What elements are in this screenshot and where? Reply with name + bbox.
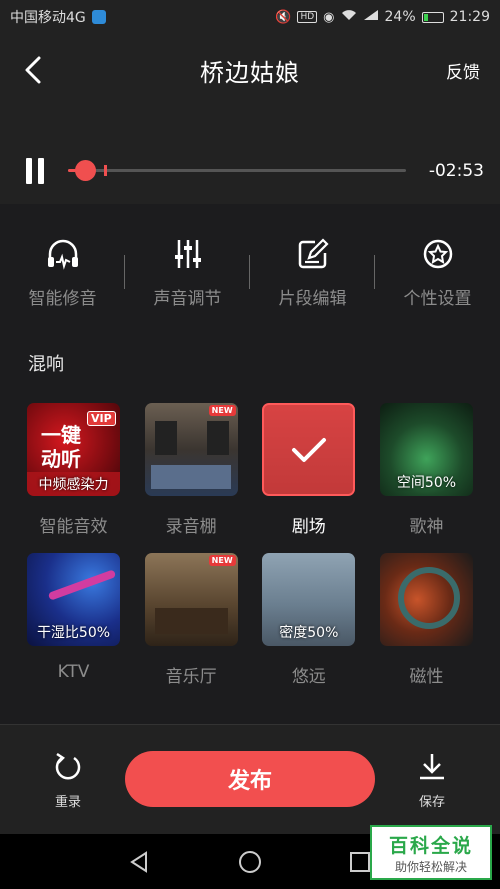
effect-caption: 密度50% <box>279 625 339 641</box>
thumbnail-title: 一键 动听 <box>41 423 81 471</box>
effect-name: 磁性 <box>409 667 444 687</box>
stage-shape <box>154 608 228 634</box>
clock: 21:29 <box>449 9 490 25</box>
battery-percent: 24% <box>384 9 416 25</box>
effect-magnetic[interactable]: 磁性 <box>379 553 473 687</box>
effect-name: 剧场 <box>291 517 326 537</box>
back-button[interactable] <box>18 54 50 86</box>
speaker-shape <box>154 421 177 455</box>
rerecord-button[interactable]: 重录 <box>38 751 98 810</box>
vip-badge: VIP <box>87 411 116 426</box>
tool-personal-settings[interactable]: 个性设置 <box>375 222 500 312</box>
nav-back-button[interactable] <box>127 850 151 878</box>
tool-sound-adjust[interactable]: 声音调节 <box>125 222 250 312</box>
nav-home-button[interactable] <box>238 850 262 878</box>
player-bar: -02:53 <box>0 106 500 204</box>
effect-caption: 中频感染力 <box>27 472 120 496</box>
wifi-icon <box>341 9 357 25</box>
edit-icon <box>298 238 329 269</box>
effect-concert-hall[interactable]: NEW 音乐厅 <box>144 553 238 687</box>
effect-smart[interactable]: VIP 一键 动听 中频感染力 智能音效 <box>27 403 120 537</box>
tool-clip-edit[interactable]: 片段编辑 <box>250 222 375 312</box>
effect-thumbnail: NEW <box>144 403 238 496</box>
headphone-wave-icon <box>47 239 78 270</box>
effect-studio[interactable]: NEW 录音棚 <box>144 403 238 537</box>
new-badge: NEW <box>208 405 236 416</box>
new-badge: NEW <box>208 555 236 566</box>
signal-icon <box>363 9 379 25</box>
chevron-left-icon <box>25 56 41 84</box>
download-icon <box>420 754 444 780</box>
speaker-shape <box>206 421 229 455</box>
tool-label: 片段编辑 <box>278 289 347 309</box>
circle-home-icon <box>239 851 261 873</box>
hd-icon: HD <box>297 11 318 23</box>
save-label: 保存 <box>418 795 445 810</box>
tool-row: 智能修音 声音调节 片段编辑 个性设置 <box>0 222 500 312</box>
page-title: 桥边姑娘 <box>200 58 300 87</box>
effect-name: 智能音效 <box>39 517 108 537</box>
effect-thumbnail: VIP 一键 动听 中频感染力 <box>27 403 120 496</box>
ring-shape <box>397 567 460 629</box>
effect-name: 悠远 <box>291 667 326 687</box>
nav-recents-button[interactable] <box>348 850 372 878</box>
feedback-button[interactable]: 反馈 <box>446 58 480 83</box>
pause-button[interactable] <box>24 158 46 184</box>
effect-name: 音乐厅 <box>165 667 217 687</box>
effects-grid: VIP 一键 动听 中频感染力 智能音效 NEW 录音棚 剧场 空间50% 歌神… <box>27 403 473 703</box>
effects-row: 干湿比50% KTV NEW 音乐厅 密度50% 悠远 磁性 <box>27 553 473 687</box>
publish-button[interactable]: 发布 <box>125 751 375 807</box>
effect-thumbnail <box>262 403 356 496</box>
section-title-reverb: 混响 <box>28 354 64 375</box>
effect-theater[interactable]: 剧场 <box>262 403 356 537</box>
mute-icon: 🔇 <box>275 9 292 25</box>
effect-singer-god[interactable]: 空间50% 歌神 <box>379 403 473 537</box>
watermark-title: 百科全说 <box>388 834 473 857</box>
effect-ktv[interactable]: 干湿比50% KTV <box>27 553 120 687</box>
square-recents-icon <box>350 852 370 872</box>
light-streak <box>47 569 117 601</box>
effect-caption: 空间50% <box>396 475 457 491</box>
settings-star-icon <box>423 239 452 269</box>
console-shape <box>150 465 231 489</box>
effect-thumbnail: 密度50% <box>262 553 356 646</box>
effects-row: VIP 一键 动听 中频感染力 智能音效 NEW 录音棚 剧场 空间50% 歌神 <box>27 403 473 537</box>
tool-label: 个性设置 <box>403 289 472 309</box>
battery-icon <box>421 11 444 23</box>
check-icon <box>291 437 326 462</box>
tool-smart-tune[interactable]: 智能修音 <box>0 222 125 312</box>
watermark-logo: 百科全说 助你轻松解决 <box>370 825 492 880</box>
app-notification-icon <box>91 10 106 24</box>
effect-name: KTV <box>57 662 90 682</box>
effect-thumbnail: NEW <box>144 553 238 646</box>
selected-overlay <box>264 405 354 494</box>
refresh-icon <box>55 752 81 780</box>
tool-label: 智能修音 <box>28 289 97 309</box>
effect-thumbnail: 干湿比50% <box>27 553 120 646</box>
rerecord-label: 重录 <box>54 795 81 810</box>
effect-name: 歌神 <box>409 517 444 537</box>
progress-marker <box>104 165 107 176</box>
save-button[interactable]: 保存 <box>402 751 462 810</box>
eye-icon: ◉ <box>323 9 335 25</box>
status-bar: 中国移动4G 🔇 HD ◉ 24% 21:29 <box>0 0 500 34</box>
effect-thumbnail: 空间50% <box>379 403 473 496</box>
pause-icon-bar <box>38 158 44 184</box>
pause-icon <box>26 158 32 184</box>
carrier-label: 中国移动4G <box>10 10 86 26</box>
effect-thumbnail <box>379 553 473 646</box>
tool-label: 声音调节 <box>153 289 222 309</box>
remaining-time: -02:53 <box>428 161 484 181</box>
progress-track[interactable] <box>68 169 406 172</box>
watermark-subtitle: 助你轻松解决 <box>394 859 467 874</box>
bottom-bar: 重录 发布 保存 <box>0 724 500 834</box>
effect-caption: 干湿比50% <box>36 625 111 641</box>
effect-distant[interactable]: 密度50% 悠远 <box>262 553 356 687</box>
progress-thumb[interactable] <box>75 160 96 181</box>
triangle-back-icon <box>130 851 147 873</box>
sliders-icon <box>174 240 201 268</box>
header: 桥边姑娘 反馈 <box>0 34 500 106</box>
effect-name: 录音棚 <box>165 517 217 537</box>
